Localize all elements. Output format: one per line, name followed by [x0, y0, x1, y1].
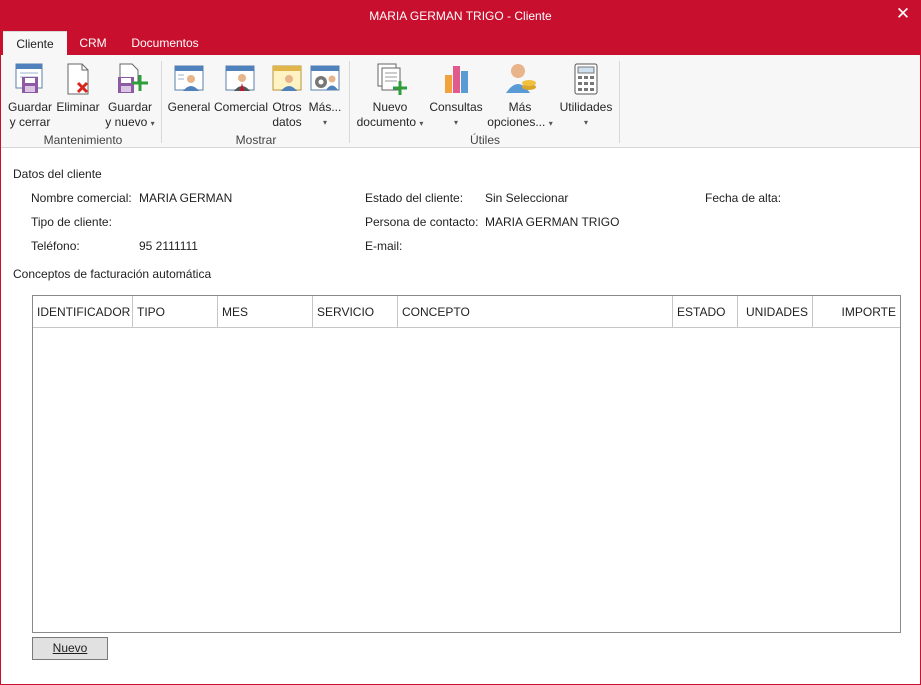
utilidades-button[interactable]: Utilidades ▾	[558, 61, 614, 130]
group-label-utiles: Útiles	[469, 133, 500, 147]
other-data-button[interactable]: Otros datos	[268, 61, 306, 130]
more-label: Más...	[308, 100, 342, 114]
group-separator	[161, 61, 162, 143]
save-close-label-1: Guardar	[7, 100, 53, 114]
save-new-label-1: Guardar	[107, 100, 153, 114]
save-close-button[interactable]: Guardar y cerrar	[7, 61, 53, 130]
column-header-mes[interactable]: MES	[218, 296, 313, 328]
general-label: General	[167, 100, 211, 114]
consultas-button[interactable]: Consultas ▾	[429, 61, 483, 130]
new-document-label-2: documento ▾	[356, 115, 424, 129]
comercial-button[interactable]: Comercial	[214, 61, 269, 115]
column-header-concepto[interactable]: CONCEPTO	[398, 296, 673, 328]
more-options-label-1: Más	[508, 100, 532, 114]
general-icon	[174, 65, 204, 91]
ribbon: Guardar y cerrar Eliminar Guardar y nuev…	[1, 55, 920, 148]
other-data-label-1: Otros	[272, 100, 302, 114]
chevron-down-icon: ▾	[453, 118, 458, 127]
column-header-servicio[interactable]: SERVICIO	[313, 296, 398, 328]
new-concept-button[interactable]: Nuevo	[32, 637, 108, 660]
save-close-label-2: y cerrar	[9, 115, 51, 129]
telefono-value: 95 2111111	[139, 239, 198, 253]
billing-grid[interactable]: IDENTIFICADOR TIPO MES SERVICIO CONCEPTO…	[32, 295, 901, 633]
persona-contacto-label: Persona de contacto:	[365, 215, 479, 229]
chevron-down-icon: ▾	[583, 118, 588, 127]
column-header-estado[interactable]: ESTADO	[673, 296, 738, 328]
window-title: MARIA GERMAN TRIGO - Cliente	[369, 9, 552, 23]
delete-icon	[67, 63, 89, 95]
save-new-button[interactable]: Guardar y nuevo ▾	[105, 61, 155, 131]
new-document-button[interactable]: Nuevo documento ▾	[355, 61, 425, 131]
delete-button[interactable]: Eliminar	[56, 61, 100, 115]
other-data-label-2: datos	[272, 115, 302, 129]
more-options-button[interactable]: Más opciones... ▾	[487, 61, 553, 131]
more-options-label-2: opciones... ▾	[487, 115, 553, 129]
chevron-down-icon: ▾	[548, 119, 553, 128]
comercial-icon	[225, 65, 255, 91]
chevron-down-icon: ▾	[150, 119, 155, 128]
nombre-comercial-value: MARIA GERMAN	[139, 191, 233, 205]
column-header-tipo[interactable]: TIPO	[133, 296, 218, 328]
chart-icon	[445, 66, 468, 93]
group-separator	[349, 61, 350, 143]
user-coins-icon	[506, 64, 536, 93]
calculator-icon	[574, 63, 598, 95]
utilidades-label: Utilidades	[559, 100, 613, 114]
estado-cliente-value: Sin Seleccionar	[485, 191, 569, 205]
tab-crm[interactable]: CRM	[73, 31, 113, 55]
client-section-title: Datos del cliente	[13, 167, 102, 181]
new-document-icon	[377, 63, 407, 95]
email-label: E-mail:	[365, 239, 403, 253]
chevron-down-icon: ▾	[419, 119, 424, 128]
new-document-label-1: Nuevo	[372, 100, 408, 114]
save-new-label-2: y nuevo ▾	[105, 115, 155, 129]
more-button[interactable]: Más... ▾	[307, 61, 343, 130]
persona-contacto-value: MARIA GERMAN TRIGO	[485, 215, 620, 229]
comercial-label: Comercial	[214, 100, 269, 114]
client-window: MARIA GERMAN TRIGO - Cliente ✕ Cliente C…	[0, 0, 921, 685]
tab-cliente[interactable]: Cliente	[3, 31, 67, 55]
column-header-unidades[interactable]: UNIDADES	[738, 296, 813, 328]
consultas-label: Consultas	[429, 100, 483, 114]
tipo-cliente-label: Tipo de cliente:	[31, 215, 112, 229]
title-bar: MARIA GERMAN TRIGO - Cliente ✕	[1, 1, 920, 31]
estado-cliente-label: Estado del cliente:	[365, 191, 464, 205]
save-new-icon	[118, 63, 148, 93]
other-data-icon	[272, 65, 302, 91]
new-concept-label: Nuevo	[52, 641, 88, 655]
more-icon	[310, 65, 340, 91]
ribbon-tabbar: Cliente CRM Documentos	[1, 31, 920, 55]
grid-header: IDENTIFICADOR TIPO MES SERVICIO CONCEPTO…	[33, 296, 900, 328]
telefono-label: Teléfono:	[31, 239, 80, 253]
group-label-mantenimiento: Mantenimiento	[43, 133, 123, 147]
column-header-identificador[interactable]: IDENTIFICADOR	[33, 296, 133, 328]
billing-section-title: Conceptos de facturación automática	[13, 267, 212, 281]
save-close-icon	[15, 63, 43, 93]
group-label-mostrar: Mostrar	[235, 133, 277, 147]
column-header-importe[interactable]: IMPORTE	[813, 296, 900, 328]
nombre-comercial-label: Nombre comercial:	[31, 191, 132, 205]
general-button[interactable]: General	[167, 61, 211, 115]
fecha-alta-label: Fecha de alta:	[705, 191, 782, 205]
tab-documentos[interactable]: Documentos	[125, 31, 205, 55]
chevron-down-icon: ▾	[322, 118, 327, 127]
group-separator	[619, 61, 620, 143]
close-icon[interactable]: ✕	[892, 4, 914, 26]
delete-label: Eliminar	[56, 100, 100, 114]
